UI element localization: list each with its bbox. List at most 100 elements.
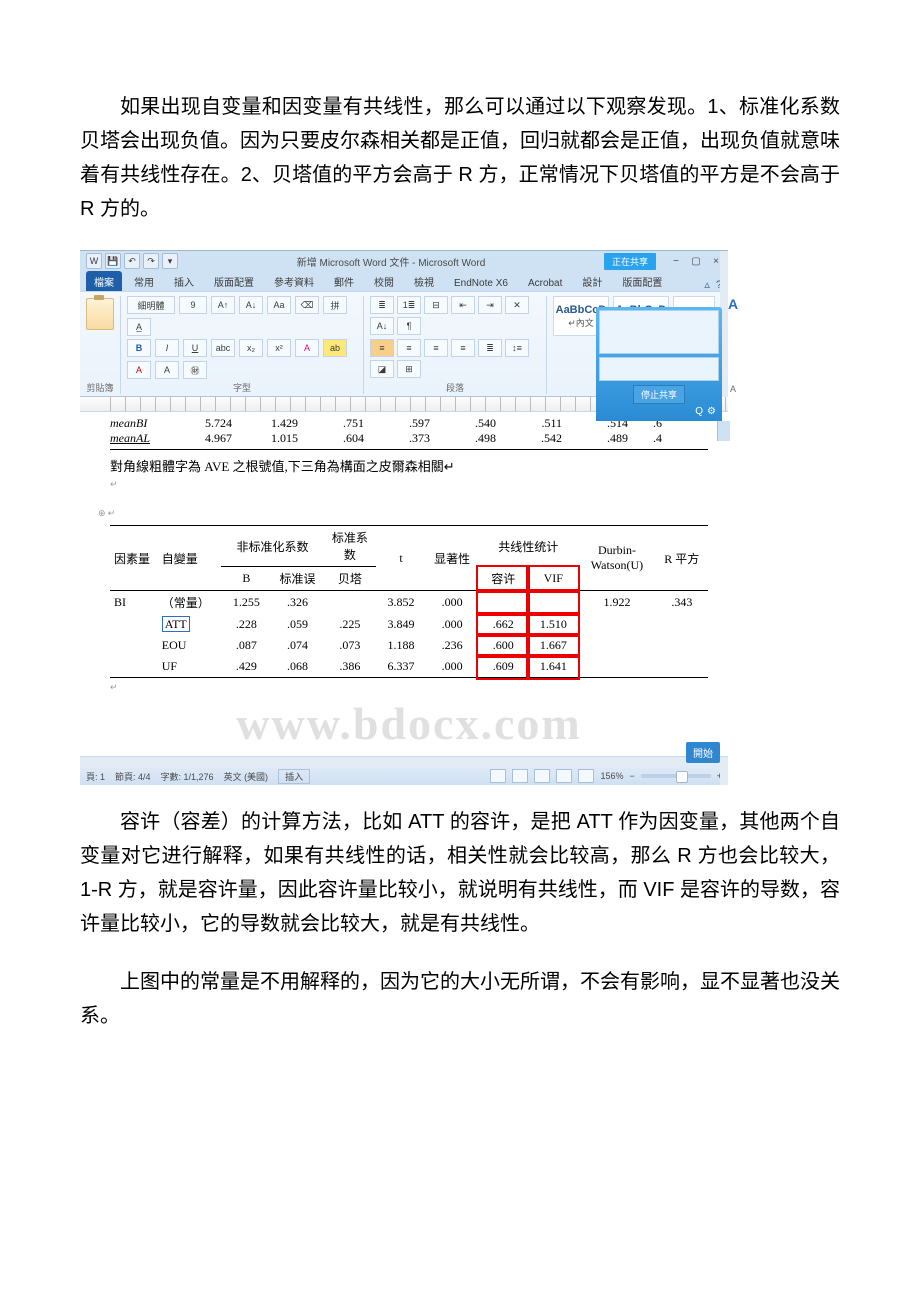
superscript-icon[interactable]: x²	[267, 339, 291, 357]
view-draft-icon[interactable]	[578, 769, 594, 783]
find-icon[interactable]: A	[728, 296, 738, 312]
shading-icon[interactable]: ◪	[370, 360, 394, 378]
italic-icon[interactable]: I	[155, 339, 179, 357]
watermark: www.bdocx.com	[110, 697, 708, 750]
status-lang[interactable]: 英文 (美國)	[224, 770, 269, 783]
status-section[interactable]: 節頁: 4/4	[115, 770, 151, 783]
char-border-icon[interactable]: A̲	[127, 318, 151, 336]
tab-acrobat[interactable]: Acrobat	[520, 275, 570, 291]
align-left-icon[interactable]: ≡	[370, 339, 394, 357]
save-icon[interactable]: 💾	[105, 253, 121, 269]
paste-icon[interactable]	[86, 298, 114, 330]
collapse-ribbon-icon[interactable]: ▵	[704, 278, 710, 291]
enclose-char-icon[interactable]: ㊖	[183, 361, 207, 379]
indent-left-icon[interactable]: ⇤	[451, 296, 475, 314]
indent-right-icon[interactable]: ⇥	[478, 296, 502, 314]
zoom-out-icon[interactable]: −	[629, 771, 634, 781]
table-row: UF .429 .068 .386 6.337 .000 .609 1.641	[110, 656, 708, 678]
bold-icon[interactable]: B	[127, 339, 151, 357]
window-titlebar: W 💾 ↶ ↷ ▾ 新增 Microsoft Word 文件 - Microso…	[80, 251, 728, 271]
qq-share-panel[interactable]: 停止共享 Q ⚙	[596, 307, 722, 421]
status-words[interactable]: 字數: 1/1,276	[161, 770, 214, 783]
qq-stop-share-button[interactable]: 停止共享	[633, 385, 685, 404]
view-outline-icon[interactable]	[556, 769, 572, 783]
group-label-para: 段落	[370, 381, 540, 394]
qq-start-button[interactable]: 開始	[686, 742, 720, 763]
word-screenshot: 停止共享 Q ⚙ 開始 W 💾 ↶ ↷ ▾ 新增 Microsoft Word 文…	[80, 250, 840, 785]
maximize-icon[interactable]: ▢	[690, 255, 702, 267]
status-mode[interactable]: 插入	[278, 769, 310, 784]
zoom-slider[interactable]	[641, 774, 711, 778]
window-title: 新增 Microsoft Word 文件 - Microsoft Word	[184, 254, 598, 269]
section-mark: ⊕ ↵	[98, 508, 708, 519]
tab-mail[interactable]: 郵件	[326, 271, 362, 291]
borders-icon[interactable]: ⊞	[397, 360, 421, 378]
font-color-icon[interactable]: A	[127, 361, 151, 379]
qq-search-icon[interactable]: Q	[695, 406, 703, 417]
minimize-icon[interactable]: −	[670, 255, 682, 267]
side-tab[interactable]	[717, 421, 730, 441]
tab-review[interactable]: 校閱	[366, 271, 402, 291]
qq-settings-icon[interactable]: ⚙	[707, 406, 716, 417]
highlight-icon[interactable]: ab	[323, 339, 347, 357]
tab-tablelayout[interactable]: 版面配置	[614, 271, 670, 291]
paragraph-mark: ↵	[110, 682, 708, 693]
align-right-icon[interactable]: ≡	[424, 339, 448, 357]
table-row: meanAL 4.967 1.015 .604 .373 .498 .542 .…	[110, 431, 708, 450]
tab-insert[interactable]: 插入	[166, 271, 202, 291]
tab-view[interactable]: 檢視	[406, 271, 442, 291]
text-effects-icon[interactable]: A	[295, 339, 319, 357]
view-read-icon[interactable]	[512, 769, 528, 783]
group-font: 細明體 9 A↑ A↓ Aa ⌫ 拼 A̲ B I U abc x₂ x² A …	[127, 296, 364, 394]
group-paragraph: ≣ 1≣ ⊟ ⇤ ⇥ ✕ A↓ ¶ ≡ ≡ ≡ ≡ ≣ ↕≡ ◪ ⊞ 段落	[370, 296, 547, 394]
view-web-icon[interactable]	[534, 769, 550, 783]
status-page[interactable]: 頁: 1	[86, 770, 105, 783]
subscript-icon[interactable]: x₂	[239, 339, 263, 357]
regression-table: 因素量 自變量 非标准化系数 标准系数 t 显著性 共线性统计 Durbin-W…	[110, 525, 708, 678]
group-clipboard: 剪貼簿	[86, 296, 121, 394]
grow-font-icon[interactable]: A↑	[211, 296, 235, 314]
align-center-icon[interactable]: ≡	[397, 339, 421, 357]
numbers-icon[interactable]: 1≣	[397, 296, 421, 314]
group-label-clipboard: 剪貼簿	[86, 381, 114, 394]
distribute-icon[interactable]: ≣	[478, 339, 502, 357]
shrink-font-icon[interactable]: A↓	[239, 296, 263, 314]
qq-share-preview-2	[599, 357, 719, 381]
table-row: ATT .228 .059 .225 3.849 .000 .662 1.510	[110, 614, 708, 635]
font-name-combo[interactable]: 細明體	[127, 296, 175, 314]
tab-file[interactable]: 檔案	[86, 271, 122, 291]
qq-share-preview	[599, 310, 719, 354]
undo-icon[interactable]: ↶	[124, 253, 140, 269]
underline-icon[interactable]: U	[183, 339, 207, 357]
horizontal-scrollbar[interactable]	[80, 756, 728, 767]
multilevel-icon[interactable]: ⊟	[424, 296, 448, 314]
justify-icon[interactable]: ≡	[451, 339, 475, 357]
char-shading-icon[interactable]: A	[155, 361, 179, 379]
phonetic-icon[interactable]: 拼	[323, 296, 347, 314]
strike-icon[interactable]: abc	[211, 339, 235, 357]
group-label-edit: A	[728, 384, 738, 394]
tab-endnote[interactable]: EndNote X6	[446, 275, 516, 291]
font-size-combo[interactable]: 9	[179, 296, 207, 314]
redo-icon[interactable]: ↷	[143, 253, 159, 269]
zoom-level[interactable]: 156%	[600, 771, 623, 781]
bullets-icon[interactable]: ≣	[370, 296, 394, 314]
paragraph-mark: ↵	[110, 479, 708, 490]
qq-sharing-indicator[interactable]: 正在共享	[604, 253, 656, 270]
line-spacing-icon[interactable]: ↕≡	[505, 339, 529, 357]
document-body[interactable]: meanBI 5.724 1.429 .751 .597 .540 .511 .…	[80, 412, 728, 756]
quick-access-toolbar: W 💾 ↶ ↷ ▾	[86, 253, 178, 269]
change-case-icon[interactable]: Aa	[267, 296, 291, 314]
asian-layout-icon[interactable]: ✕	[505, 296, 529, 314]
tab-references[interactable]: 參考資料	[266, 271, 322, 291]
show-marks-icon[interactable]: ¶	[397, 317, 421, 335]
ave-note: 對角線粗體字為 AVE 之根號值,下三角為構面之皮爾森相關↵	[110, 456, 708, 475]
tab-pagelayout[interactable]: 版面配置	[206, 271, 262, 291]
view-print-icon[interactable]	[490, 769, 506, 783]
qat-more-icon[interactable]: ▾	[162, 253, 178, 269]
sort-icon[interactable]: A↓	[370, 317, 394, 335]
clear-format-icon[interactable]: ⌫	[295, 296, 319, 314]
table-row: EOU .087 .074 .073 1.188 .236 .600 1.667	[110, 635, 708, 656]
tab-tabledesign[interactable]: 設計	[574, 271, 610, 291]
tab-home[interactable]: 常用	[126, 271, 162, 291]
